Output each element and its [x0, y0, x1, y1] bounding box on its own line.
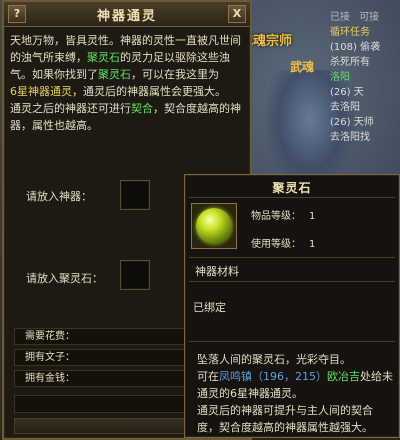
desc-highlight: 6星神器通灵	[10, 85, 72, 98]
quest-tracker: 已接 可接 循环任务 (108) 偷袭 杀死所有 洛阳 (26) 天 去洛阳 (…	[330, 10, 400, 145]
stone-slot[interactable]	[120, 260, 150, 290]
tab-available[interactable]: 可接	[359, 12, 379, 23]
window-title: 神器通灵	[96, 9, 157, 24]
use-level-value: 1	[309, 239, 316, 250]
quest-item[interactable]: 杀死所有	[330, 55, 400, 70]
item-description: 坠落人间的聚灵石，光彩夺目。 可在凤鸣镇（196，215）欧冶吉处给未通灵的6星…	[197, 351, 393, 436]
cost-label: 需要花费：	[25, 331, 75, 342]
desc-line: 可在凤鸣镇（196，215）欧冶吉处给未通灵的6星神器通灵。	[197, 368, 393, 402]
gold-label: 拥有金钱：	[25, 373, 75, 384]
quest-item[interactable]: (26) 天师	[330, 115, 400, 130]
desc-highlight: 聚灵石	[98, 68, 131, 81]
quest-tracker-tabs: 已接 可接	[330, 10, 400, 25]
desc-text: 可在	[197, 370, 219, 383]
item-level-label: 物品等级：	[251, 211, 301, 222]
quest-item[interactable]: 去洛阳找	[330, 130, 400, 145]
tooltip-title: 聚灵石	[272, 181, 312, 195]
desc-text: ，通灵后的神器属性会更强大。	[72, 85, 226, 98]
quest-item[interactable]: (26) 天	[330, 85, 400, 100]
item-tooltip: 聚灵石 物品等级： 1 使用等级： 1 神器材料 已绑定 坠落人间的聚灵石，光彩夺目…	[184, 174, 400, 438]
divider	[189, 341, 395, 342]
divider	[189, 197, 395, 198]
artifact-slot[interactable]	[120, 180, 150, 210]
artifact-slot-label: 请放入神器：	[26, 190, 92, 203]
item-level-line: 物品等级： 1	[251, 207, 315, 222]
item-level-value: 1	[309, 211, 316, 222]
stone-slot-label: 请放入聚灵石：	[26, 272, 103, 285]
divider	[189, 257, 395, 258]
item-icon-frame	[191, 203, 237, 249]
close-button[interactable]: X	[228, 5, 246, 23]
npc-link[interactable]: 欧冶吉	[327, 370, 360, 383]
desc-line: 通灵后的神器可提升与主人间的契合度，契合度越高的神器属性越强大。	[197, 404, 373, 434]
desc-text: 通灵之后的神器还可进行	[10, 102, 131, 115]
desc-text: ，可以在我这里为	[131, 68, 219, 81]
bound-status: 已绑定	[193, 301, 226, 314]
item-category: 神器材料	[195, 265, 239, 278]
quest-item[interactable]: (108) 偷袭	[330, 40, 400, 55]
desc-line: 坠落人间的聚灵石，光彩夺目。	[197, 353, 351, 366]
location-link[interactable]: 凤鸣镇（196，215）	[219, 370, 327, 383]
description-text: 天地万物，皆具灵性。神器的灵性一直被凡世间的浊气所束缚，聚灵石的灵力足以驱除这些…	[10, 32, 244, 134]
quest-item[interactable]: 循环任务	[330, 25, 400, 40]
scene-banner-secondary: 武魂	[290, 60, 315, 74]
quest-item[interactable]: 洛阳	[330, 70, 400, 85]
use-level-label: 使用等级：	[251, 239, 301, 250]
spirit-stone-icon	[196, 208, 232, 244]
tab-accepted[interactable]: 已接	[330, 12, 350, 23]
use-level-line: 使用等级： 1	[251, 235, 315, 250]
window-titlebar: ? 神器通灵 X	[4, 2, 250, 27]
quest-item[interactable]: 去洛阳	[330, 100, 400, 115]
divider	[189, 281, 395, 282]
coins-label: 拥有文子：	[25, 352, 75, 363]
desc-highlight: 聚灵石	[87, 51, 120, 64]
desc-highlight: 契合	[131, 102, 153, 115]
